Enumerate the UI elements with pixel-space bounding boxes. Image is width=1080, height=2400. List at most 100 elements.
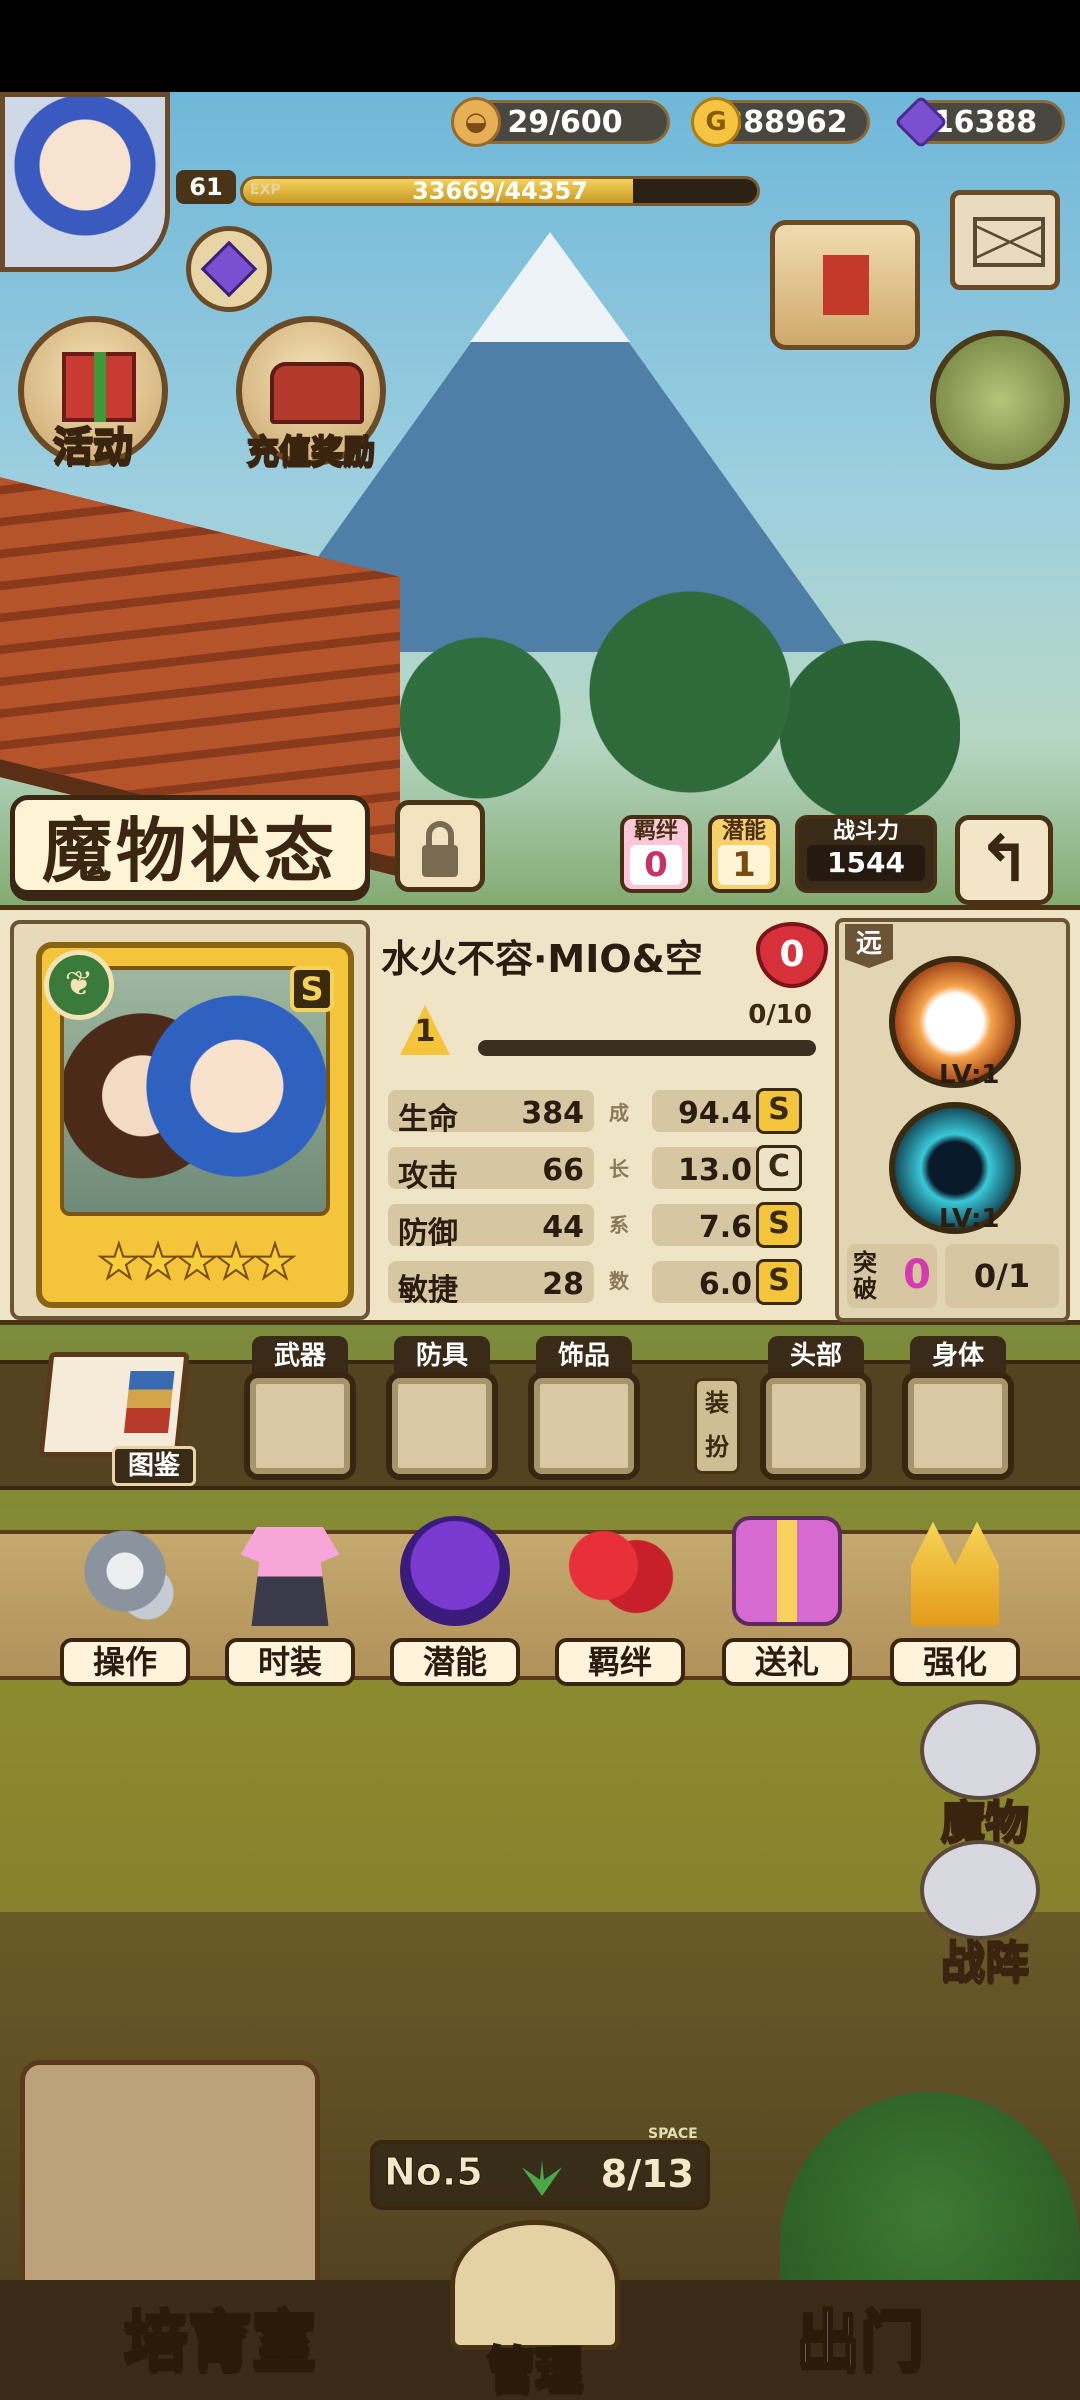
sprout-icon [522,2160,562,2196]
space-counter: No.5 SPACE 8/13 [370,2126,710,2210]
bond-label: 羁绊 [555,1638,685,1686]
slot-tab-weapon: 武器 [252,1336,348,1376]
book-icon [38,1352,190,1457]
gold-coin-icon: G [691,97,741,147]
formation-nav-button[interactable]: 战阵 [890,1840,1080,1990]
growth-value: 7.6 [698,1210,752,1245]
stat-name: 敏捷 [398,1273,458,1308]
breakthrough-box: 突破 0 [847,1244,937,1308]
enhance-label: 强化 [890,1638,1020,1686]
potential-value: 1 [718,845,770,885]
recharge-reward-label: 充值奖励 [246,431,376,471]
combat-power-stat: 战斗力 1544 [795,815,937,893]
growth-coefficient-label: 成长系数 [609,1101,629,1293]
snowcap-art [470,232,630,342]
encyclopedia-label: 图鉴 [112,1446,196,1486]
growth-grade-badge: S [756,1088,802,1134]
treasure-chest-icon [270,362,364,424]
growth-value: 94.4 [677,1096,752,1131]
stamina-counter[interactable]: ◒ 29/600 [451,97,670,147]
buy-gems-button[interactable] [186,226,272,312]
event-button[interactable]: 活动 [18,316,168,471]
recharge-reward-button[interactable]: 充值奖励 [236,316,386,471]
body-slot[interactable] [902,1372,1014,1480]
backpack-button[interactable] [930,330,1070,470]
space-value: 8/13 [600,2152,694,2196]
formation-nav-art [920,1840,1040,1940]
monster-nav-art [920,1700,1040,1800]
monster-card[interactable]: ❦ S ★★★★★ [10,920,370,1320]
space-number: No.5 [384,2150,484,2195]
breakthrough-count[interactable]: 0/1 [945,1244,1059,1308]
back-button[interactable]: ↰ [955,815,1053,905]
bond-value: 0 [630,845,682,885]
stamina-value: 29/600 [507,104,623,140]
stat-name: 防御 [398,1216,458,1251]
exp-text: 33669/44357 [412,177,588,205]
dress-icon [240,1527,340,1626]
quest-scroll-button[interactable] [770,220,920,350]
stat-name-box: 敏捷 28 [388,1261,594,1308]
level-progress-text: 0/10 [748,1000,812,1030]
exp-bar: 33669/44357 [240,176,760,206]
growth-value: 6.0 [698,1267,752,1302]
potential-button[interactable]: 潜能 [390,1516,520,1686]
growth-box: 6.0 S [652,1259,802,1305]
slot-tab-armor: 防具 [394,1336,490,1376]
growth-box: 13.0 C [652,1145,802,1191]
player-avatar[interactable] [0,92,170,272]
event-label: 活动 [52,423,134,471]
lock-button[interactable] [395,800,485,892]
mail-button[interactable] [950,190,1060,290]
breakthrough-value: 0 [903,1252,931,1298]
stat-value: 44 [542,1210,584,1245]
favor-heart-icon[interactable]: 0 [756,922,828,988]
slot-tab-accessory: 饰品 [536,1336,632,1376]
level-progress-bar [478,1040,816,1056]
accessory-slot[interactable] [528,1372,640,1480]
stat-name: 攻击 [398,1159,458,1194]
monster-name: 水火不容·MIO&空 [381,937,703,981]
gift-button[interactable]: 送礼 [722,1516,852,1686]
gift-label: 送礼 [722,1638,852,1686]
gem-value: 16388 [932,104,1038,140]
go-out-button[interactable]: 出门 [740,2290,980,2400]
growth-grade-badge: S [756,1202,802,1248]
costume-button[interactable]: 时装 [225,1516,355,1686]
operate-button[interactable]: 操作 [60,1516,190,1686]
monster-level: 1 [414,1014,436,1049]
monster-name-row: 水火不容·MIO&空 0 [375,920,830,990]
encyclopedia-button[interactable]: 图鉴 [38,1352,196,1486]
monster-nav-button[interactable]: 魔物 [890,1700,1080,1850]
gold-counter[interactable]: G 388962 [691,97,870,147]
manage-button[interactable]: 管理 [440,2330,630,2400]
card-frame: ❦ S ★★★★★ [36,942,354,1308]
breakthrough-label: 突破 [853,1249,877,1303]
breeding-room-button[interactable]: 培育室 [80,2290,360,2400]
range-tag: 远 [845,924,893,968]
stat-value: 66 [542,1153,584,1188]
armor-slot[interactable] [386,1372,498,1480]
bread-icon: ◒ [451,97,501,147]
trees-art [360,562,960,822]
bond-caption: 羁绊 [633,819,678,844]
rarity-stars: ★★★★★ [96,1233,297,1291]
panel-title: 魔物状态 [10,795,370,895]
growth-grade-badge: S [756,1259,802,1305]
slot-tab-body: 身体 [910,1336,1006,1376]
gear-icon [70,1516,180,1626]
weapon-slot[interactable] [244,1372,356,1480]
head-slot[interactable] [760,1372,872,1480]
outfit-label: 装扮 [694,1378,740,1474]
gem-counter[interactable]: 16388 [894,95,1065,149]
skill-level: LV:1 [939,1204,1000,1234]
gift-icon [62,352,136,422]
stat-value: 28 [542,1267,584,1302]
bond-button[interactable]: 羁绊 [555,1516,685,1686]
stat-name-box: 攻击 66 [388,1147,594,1194]
up-arrows-icon [911,1521,999,1626]
rank-badge: S [290,966,334,1012]
operate-label: 操作 [60,1638,190,1686]
stat-name-box: 生命 384 [388,1090,594,1137]
enhance-button[interactable]: 强化 [890,1516,1020,1686]
